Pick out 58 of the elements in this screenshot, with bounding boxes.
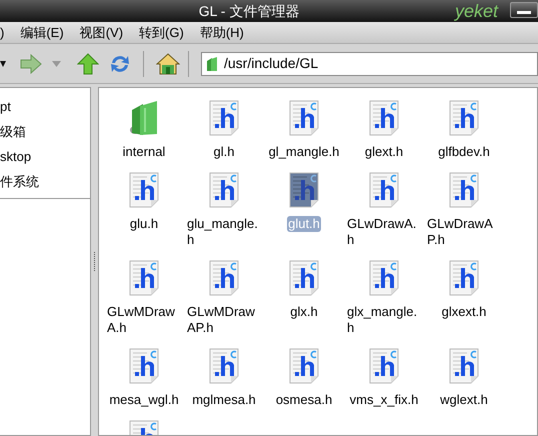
file-name: gl.h	[214, 144, 234, 160]
header-file-icon[interactable]	[289, 100, 319, 136]
header-file-icon[interactable]	[209, 260, 239, 296]
header-file-icon[interactable]	[289, 260, 319, 296]
home-icon[interactable]	[156, 52, 180, 74]
file-name: glfbdev.h	[438, 144, 490, 160]
file-name: glx_mangle.h	[347, 304, 418, 336]
window-title: GL - 文件管理器	[198, 2, 300, 20]
file-name: glu.h	[130, 216, 158, 232]
file-name: internal	[122, 144, 166, 160]
file-name: glut.h	[287, 216, 321, 232]
menu-item[interactable]: 转到(G)	[139, 22, 184, 42]
menu-item[interactable]: 编辑(E)	[20, 22, 64, 42]
header-file-icon[interactable]	[449, 348, 479, 384]
file-name: mesa_wgl.h	[109, 392, 179, 408]
header-file-icon[interactable]	[209, 100, 239, 136]
file-name: GLwDrawA.h	[347, 216, 418, 248]
file-name: glxext.h	[442, 304, 486, 320]
header-file-icon[interactable]	[369, 100, 399, 136]
file-name: osmesa.h	[276, 392, 332, 408]
menu-item[interactable]: )	[0, 22, 4, 42]
header-file-icon[interactable]	[289, 172, 319, 208]
logo: yeket	[455, 0, 498, 23]
file-name: vms_x_fix.h	[350, 392, 418, 408]
file-name: gl_mangle.h	[268, 144, 340, 160]
file-name: glext.h	[364, 144, 404, 160]
minimize-button[interactable]	[510, 2, 538, 18]
menu-item[interactable]: 视图(V)	[80, 22, 124, 42]
splitter-grip-icon[interactable]	[93, 252, 96, 272]
menu-item[interactable]: 帮助(H)	[200, 22, 244, 42]
header-file-icon[interactable]	[449, 100, 479, 136]
sidebar-item[interactable]: sktop	[0, 144, 90, 169]
file-name: glu_mangle.h	[187, 216, 259, 248]
header-file-icon[interactable]	[209, 348, 239, 384]
header-file-icon[interactable]	[129, 260, 159, 296]
up-arrow-icon[interactable]	[77, 52, 99, 74]
file-name: GLwMDrawAP.h	[187, 304, 256, 336]
file-name: GLwDrawAP.h	[427, 216, 494, 248]
header-file-icon[interactable]	[209, 172, 239, 208]
file-name: wglext.h	[440, 392, 488, 408]
header-file-icon[interactable]	[369, 172, 399, 208]
sidebar-item[interactable]: 级箱	[0, 119, 90, 144]
folder-icon	[206, 56, 218, 72]
header-file-icon[interactable]	[449, 260, 479, 296]
dropdown-arrow-icon[interactable]	[0, 60, 6, 68]
header-file-icon[interactable]	[449, 172, 479, 208]
header-file-icon[interactable]	[369, 260, 399, 296]
file-name: glx.h	[290, 304, 318, 320]
location-field[interactable]: /usr/include/GL	[201, 52, 538, 76]
sidebar-item[interactable]: 件系统	[0, 169, 90, 194]
header-file-icon[interactable]	[289, 348, 319, 384]
file-name: GLwMDrawA.h	[107, 304, 176, 336]
header-file-icon[interactable]	[369, 348, 399, 384]
header-file-icon[interactable]	[129, 172, 159, 208]
file-name: mglmesa.h	[192, 392, 256, 408]
location-text: /usr/include/GL	[224, 54, 318, 73]
header-file-icon[interactable]	[129, 348, 159, 384]
sidebar-item[interactable]: pt	[0, 94, 90, 119]
